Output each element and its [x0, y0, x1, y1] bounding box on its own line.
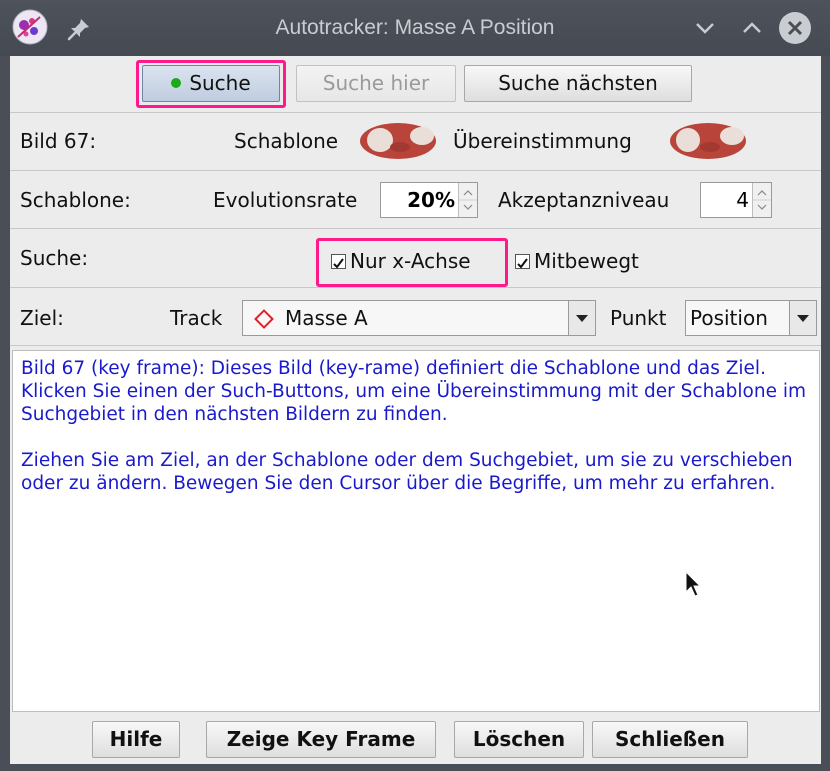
- status-dot-icon: [171, 77, 182, 88]
- frame-label: Bild 67:: [20, 129, 97, 153]
- chevron-down-icon[interactable]: [568, 301, 595, 335]
- acceptance-level-spinner[interactable]: 4: [700, 182, 772, 218]
- point-value: Position: [690, 306, 768, 330]
- template-settings-row: Schablone: Evolutionsrate 20% Akzeptanzn…: [10, 171, 821, 229]
- target-row: Ziel: Track Masse A Punkt Position: [10, 288, 821, 346]
- mouse-cursor-icon: [685, 571, 701, 597]
- chevron-down-icon[interactable]: [789, 301, 816, 335]
- help-button[interactable]: Hilfe: [92, 721, 180, 758]
- evolution-rate-label: Evolutionsrate: [213, 188, 358, 212]
- track-marker-icon: [254, 309, 274, 329]
- show-key-frame-button[interactable]: Zeige Key Frame: [206, 721, 436, 758]
- evolution-rate-value: 20%: [407, 188, 455, 212]
- maximize-button[interactable]: [735, 11, 769, 45]
- search-label: Suche:: [20, 246, 89, 270]
- delete-button[interactable]: Löschen: [454, 721, 584, 758]
- chevron-down-icon: [696, 23, 714, 34]
- dialog-content: Suche Suche hier Suche nächsten Bild 67:…: [10, 56, 821, 764]
- track-dropdown[interactable]: Masse A: [242, 300, 596, 336]
- chevron-up-icon: [743, 22, 761, 33]
- search-here-button[interactable]: Suche hier: [296, 65, 456, 102]
- search-options-row: Suche: Nur x-Achse Mitbewegt: [10, 229, 821, 288]
- moving-label[interactable]: Mitbewegt: [534, 249, 639, 273]
- spinner-arrows-icon[interactable]: [458, 183, 477, 217]
- close-icon: [779, 12, 811, 44]
- search-next-button[interactable]: Suche nächsten: [464, 65, 692, 102]
- close-button[interactable]: Schließen: [592, 721, 748, 758]
- point-label: Punkt: [610, 306, 667, 330]
- x-axis-only-checkbox[interactable]: [331, 254, 346, 269]
- minimize-button[interactable]: [688, 11, 722, 45]
- template-thumbnail[interactable]: [356, 121, 440, 161]
- moving-checkbox[interactable]: [515, 254, 530, 269]
- search-button[interactable]: Suche: [142, 65, 280, 102]
- frame-row: Bild 67: Schablone Übereinstimmung: [10, 113, 821, 171]
- info-paragraph-2: Ziehen Sie am Ziel, an der Schablone ode…: [21, 450, 793, 494]
- info-spacer: [21, 426, 811, 449]
- point-dropdown[interactable]: Position: [685, 300, 817, 336]
- match-thumbnail[interactable]: [666, 121, 750, 161]
- search-button-label: Suche: [189, 71, 251, 95]
- template-thumb-label: Schablone: [234, 129, 339, 153]
- template-label: Schablone:: [20, 188, 131, 212]
- target-label: Ziel:: [20, 306, 64, 330]
- checkmark-icon: [333, 258, 344, 269]
- checkmark-icon: [517, 258, 528, 269]
- track-label: Track: [170, 306, 223, 330]
- info-paragraph-1: Bild 67 (key frame): Dieses Bild (key-ra…: [21, 358, 806, 425]
- match-thumb-label: Übereinstimmung: [453, 129, 632, 153]
- evolution-rate-spinner[interactable]: 20%: [380, 182, 478, 218]
- spinner-arrows-icon[interactable]: [752, 183, 771, 217]
- acceptance-level-label: Akzeptanzniveau: [498, 188, 670, 212]
- search-buttons-row: Suche Suche hier Suche nächsten: [10, 56, 821, 113]
- info-text-area[interactable]: Bild 67 (key frame): Dieses Bild (key-ra…: [12, 350, 820, 712]
- close-window-button[interactable]: [778, 11, 812, 45]
- title-bar[interactable]: Autotracker: Masse A Position: [0, 0, 830, 56]
- acceptance-level-value: 4: [736, 188, 749, 212]
- bottom-buttons-row: Hilfe Zeige Key Frame Löschen Schließen: [10, 713, 821, 764]
- autotracker-window: Autotracker: Masse A Position Suche Such…: [0, 0, 830, 771]
- x-axis-only-label[interactable]: Nur x-Achse: [350, 249, 471, 273]
- track-value: Masse A: [285, 306, 368, 330]
